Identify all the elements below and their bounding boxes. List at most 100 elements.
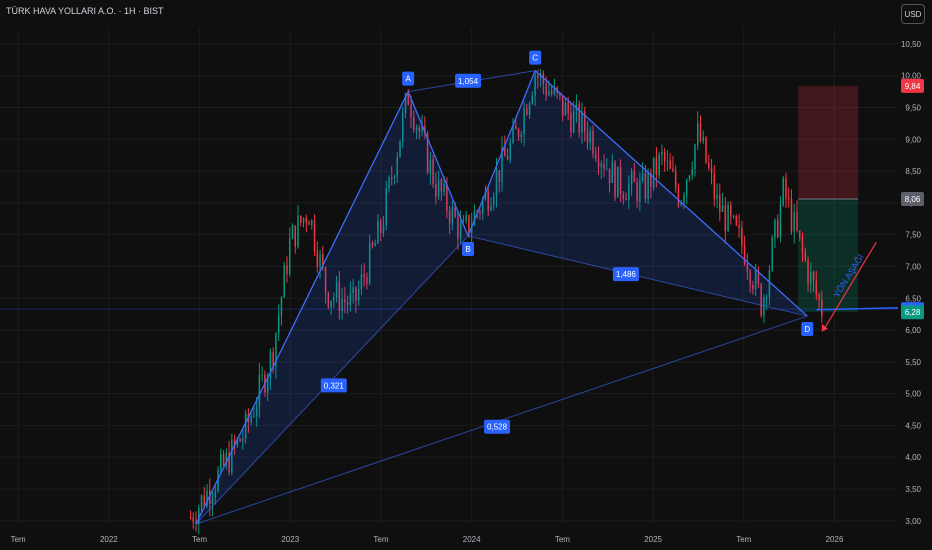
y-tick-label: 7,00	[905, 262, 921, 271]
candle-body	[674, 170, 677, 188]
x-tick-label: 2023	[281, 535, 299, 544]
candle-body	[821, 299, 823, 317]
time-axis[interactable]: Tem 2022 Tem 2023 Tem 2024 Tem 2025 Tem 2026	[11, 535, 844, 544]
candle-body	[815, 280, 818, 295]
candle-body	[300, 215, 302, 223]
candle-body	[691, 168, 693, 176]
candle-body	[286, 265, 288, 274]
candle-body	[705, 137, 707, 163]
candle-body	[774, 219, 776, 238]
candle-body	[669, 160, 671, 169]
price-label: 8,06	[905, 195, 921, 204]
candle-body	[710, 167, 713, 174]
candle-body	[818, 294, 820, 300]
y-tick-label: 7,50	[905, 231, 921, 240]
x-tick-label: 2022	[100, 535, 118, 544]
price-axis[interactable]: 3,00 3,50 4,00 4,50 5,00 5,50 6,00 6,50 7,00 7,50…	[901, 40, 924, 526]
candle-body	[807, 260, 809, 284]
candle-body	[192, 517, 194, 523]
x-tick-label: Tem	[373, 535, 388, 544]
candle-body	[713, 173, 716, 200]
candle-body	[313, 220, 316, 251]
pattern-ratio-label: 0,528	[487, 423, 508, 432]
x-tick-label: Tem	[192, 535, 207, 544]
y-tick-label: 5,50	[905, 358, 921, 367]
candle-body	[699, 123, 702, 141]
candle-body	[297, 215, 299, 247]
pattern-ratio-label: 1,054	[458, 77, 479, 86]
harmonic-pattern[interactable]: A B C D 1,054 0,321 1,486 0,528	[195, 50, 814, 525]
pattern-point-label: A	[406, 75, 412, 84]
x-tick-label: 2025	[644, 535, 662, 544]
take-profit-zone[interactable]	[798, 199, 859, 313]
candle-body	[302, 218, 305, 223]
candle-body	[663, 151, 666, 162]
candle-body	[735, 216, 738, 225]
candle-body	[288, 238, 291, 274]
x-tick-label: Tem	[736, 535, 751, 544]
x-tick-label: Tem	[555, 535, 570, 544]
candle-body	[738, 224, 740, 228]
pattern-triangle-xab[interactable]	[195, 91, 469, 524]
candle-body	[465, 215, 467, 221]
candle-body	[741, 227, 743, 246]
candle-body	[661, 151, 663, 155]
candle-body	[468, 215, 470, 234]
candle-body	[694, 144, 696, 169]
symbol-title[interactable]: TÜRK HAVA YOLLARI A.O. · 1H · BIST	[6, 6, 164, 16]
candle-body	[732, 216, 735, 218]
stop-loss-zone[interactable]	[798, 85, 859, 200]
currency-button[interactable]: USD	[901, 4, 925, 24]
pattern-point-label: B	[465, 245, 470, 254]
candlesticks	[189, 68, 823, 534]
candle-body	[804, 251, 807, 261]
candle-body	[785, 178, 787, 198]
candle-body	[261, 374, 263, 376]
candle-body	[319, 253, 321, 267]
candle-body	[798, 230, 801, 237]
y-tick-label: 10,50	[901, 40, 922, 49]
candle-body	[683, 195, 685, 203]
candle-body	[810, 272, 812, 284]
candle-body	[655, 157, 658, 175]
candle-body	[771, 237, 773, 271]
candle-body	[658, 154, 660, 175]
candle-body	[280, 297, 283, 316]
y-tick-label: 4,00	[905, 453, 921, 462]
candle-body	[782, 178, 784, 205]
candle-body	[277, 315, 280, 334]
candle-body	[291, 225, 294, 239]
candle-body	[812, 272, 815, 281]
candle-body	[787, 197, 790, 199]
candle-body	[200, 495, 203, 509]
y-tick-label: 9,50	[905, 103, 921, 112]
candle-body	[716, 194, 718, 200]
pattern-ratio-label: 0,321	[324, 381, 345, 390]
pattern-point-label: C	[532, 54, 538, 63]
candle-body	[316, 250, 319, 267]
candle-body	[724, 205, 727, 232]
candle-body	[294, 225, 297, 247]
x-tick-label: 2024	[463, 535, 481, 544]
candle-body	[666, 160, 669, 162]
price-label: 9,84	[905, 82, 921, 91]
candle-body	[696, 123, 699, 145]
price-chart[interactable]: ABCD1,0540,3211,4860,528 YÖN AŞAĞI 3,003…	[0, 0, 932, 550]
candle-body	[305, 218, 308, 223]
y-tick-label: 6,00	[905, 326, 921, 335]
candle-body	[790, 198, 793, 232]
candle-body	[793, 212, 795, 232]
candle-body	[311, 220, 313, 225]
price-label: 6,28	[905, 308, 921, 317]
y-tick-label: 8,50	[905, 167, 921, 176]
candle-body	[708, 162, 710, 168]
pattern-ratio-label: 1,486	[616, 270, 637, 279]
y-tick-label: 4,50	[905, 421, 921, 430]
candle-body	[272, 351, 274, 366]
y-tick-label: 6,50	[905, 294, 921, 303]
candle-body	[688, 175, 691, 180]
candle-body	[796, 212, 798, 231]
y-tick-label: 9,00	[905, 135, 921, 144]
candle-body	[283, 265, 285, 298]
x-tick-label: Tem	[11, 535, 26, 544]
